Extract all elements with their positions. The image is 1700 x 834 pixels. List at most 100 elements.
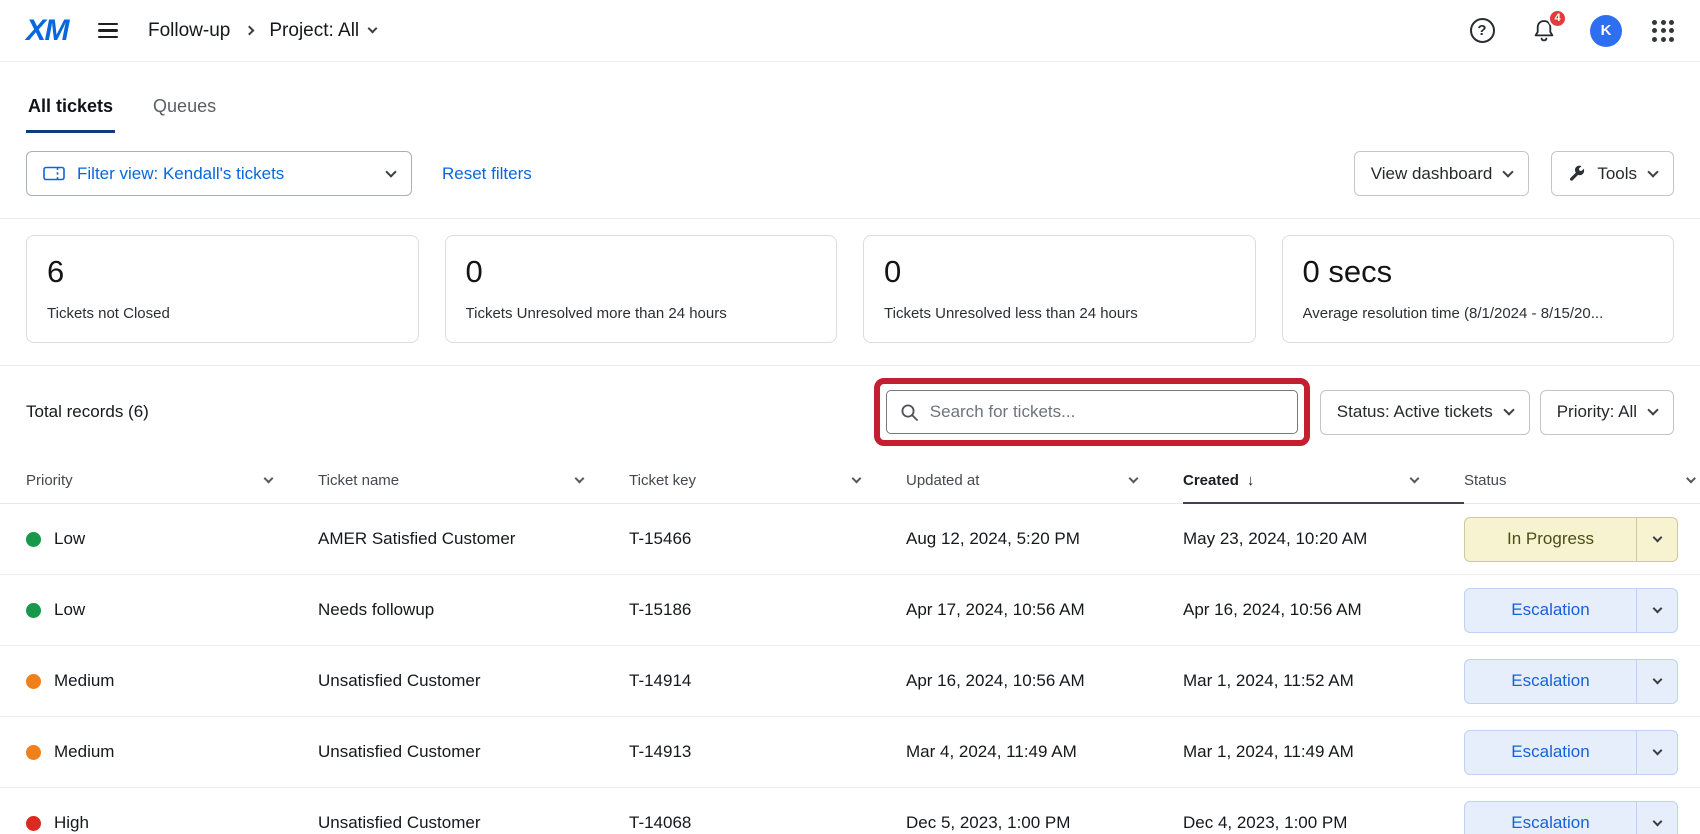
status-cell: Escalation (1464, 659, 1686, 704)
created-cell: Mar 1, 2024, 11:52 AM (1183, 671, 1464, 691)
chevron-down-icon (852, 474, 862, 484)
status-pill[interactable]: Escalation (1464, 730, 1678, 775)
project-selector-label: Project: All (269, 20, 359, 42)
table-header-row: Priority Ticket name Ticket key Updated … (0, 458, 1700, 504)
records-bar: Total records (6) Status: Active tickets… (0, 366, 1700, 458)
help-button[interactable]: ? (1466, 15, 1498, 47)
status-dropdown-caret[interactable] (1636, 731, 1677, 774)
updated-at-cell: Apr 16, 2024, 10:56 AM (906, 671, 1183, 691)
status-dropdown-caret[interactable] (1636, 518, 1677, 561)
status-pill[interactable]: In Progress (1464, 517, 1678, 562)
chevron-down-icon (1686, 474, 1696, 484)
status-cell: Escalation (1464, 588, 1686, 633)
status-filter-dropdown[interactable]: Status: Active tickets (1320, 390, 1530, 435)
chevron-down-icon (385, 166, 396, 177)
column-header-ticket-key[interactable]: Ticket key (629, 458, 906, 503)
stat-value: 0 secs (1303, 254, 1654, 290)
ticket-name-cell: AMER Satisfied Customer (318, 529, 629, 549)
tools-button[interactable]: Tools (1551, 151, 1674, 196)
hamburger-menu-icon[interactable] (94, 19, 122, 43)
breadcrumb-section[interactable]: Follow-up (148, 20, 230, 42)
status-label: Escalation (1465, 660, 1636, 703)
top-actions: ? 4 K (1466, 15, 1674, 47)
status-pill[interactable]: Escalation (1464, 801, 1678, 834)
priority-label: Low (54, 529, 85, 549)
chevron-down-icon (1129, 474, 1139, 484)
status-cell: Escalation (1464, 801, 1686, 834)
priority-filter-label: Priority: All (1557, 402, 1637, 422)
filter-view-dropdown[interactable]: Filter view: Kendall's tickets (26, 151, 412, 196)
column-header-updated-at[interactable]: Updated at (906, 458, 1183, 503)
chevron-down-icon (1503, 166, 1514, 177)
updated-at-cell: Aug 12, 2024, 5:20 PM (906, 529, 1183, 549)
wrench-icon (1568, 165, 1585, 182)
sort-desc-icon: ↓ (1247, 472, 1255, 489)
chevron-down-icon (1652, 532, 1662, 542)
ticket-search (886, 390, 1298, 434)
search-input[interactable] (930, 402, 1284, 422)
column-header-created[interactable]: Created ↓ (1183, 459, 1464, 504)
reset-filters-link[interactable]: Reset filters (442, 164, 532, 184)
status-dropdown-caret[interactable] (1636, 589, 1677, 632)
stat-label: Tickets not Closed (47, 305, 398, 322)
view-dashboard-label: View dashboard (1371, 164, 1493, 184)
stat-card-unresolved-more-24h: 0 Tickets Unresolved more than 24 hours (445, 235, 838, 343)
ticket-name-cell: Unsatisfied Customer (318, 742, 629, 762)
ticket-key-cell: T-15466 (629, 529, 906, 549)
filter-bar: Filter view: Kendall's tickets Reset fil… (0, 133, 1700, 219)
created-cell: Mar 1, 2024, 11:49 AM (1183, 742, 1464, 762)
ticket-key-cell: T-14913 (629, 742, 906, 762)
chevron-down-icon (575, 474, 585, 484)
ticket-icon (43, 165, 65, 182)
xm-logo[interactable]: XM (26, 14, 68, 48)
view-dashboard-button[interactable]: View dashboard (1354, 151, 1530, 196)
table-row[interactable]: Medium Unsatisfied Customer T-14914 Apr … (0, 646, 1700, 717)
tab-all-tickets[interactable]: All tickets (26, 86, 115, 133)
apps-grid-icon[interactable] (1652, 20, 1674, 42)
column-header-status[interactable]: Status (1464, 458, 1686, 503)
status-label: In Progress (1465, 518, 1636, 561)
created-cell: May 23, 2024, 10:20 AM (1183, 529, 1464, 549)
status-pill[interactable]: Escalation (1464, 659, 1678, 704)
ticket-key-cell: T-14068 (629, 813, 906, 833)
priority-filter-dropdown[interactable]: Priority: All (1540, 390, 1674, 435)
status-label: Escalation (1465, 802, 1636, 834)
stat-label: Tickets Unresolved less than 24 hours (884, 305, 1235, 322)
stat-card-unresolved-less-24h: 0 Tickets Unresolved less than 24 hours (863, 235, 1256, 343)
status-label: Escalation (1465, 589, 1636, 632)
column-label: Created (1183, 472, 1239, 489)
table-row[interactable]: Low Needs followup T-15186 Apr 17, 2024,… (0, 575, 1700, 646)
notifications-button[interactable]: 4 (1528, 15, 1560, 47)
ticket-key-cell: T-15186 (629, 600, 906, 620)
column-label: Priority (26, 472, 73, 489)
table-row[interactable]: High Unsatisfied Customer T-14068 Dec 5,… (0, 788, 1700, 834)
created-cell: Apr 16, 2024, 10:56 AM (1183, 600, 1464, 620)
column-label: Status (1464, 472, 1507, 489)
chevron-down-icon (1503, 404, 1514, 415)
updated-at-cell: Mar 4, 2024, 11:49 AM (906, 742, 1183, 762)
tab-queues[interactable]: Queues (151, 86, 218, 133)
column-label: Ticket name (318, 472, 399, 489)
column-header-ticket-name[interactable]: Ticket name (318, 458, 629, 503)
column-label: Ticket key (629, 472, 696, 489)
chevron-down-icon (1652, 745, 1662, 755)
breadcrumb: Follow-up Project: All (148, 20, 376, 42)
chevron-down-icon (1652, 603, 1662, 613)
table-row[interactable]: Low AMER Satisfied Customer T-15466 Aug … (0, 504, 1700, 575)
tickets-table: Priority Ticket name Ticket key Updated … (0, 458, 1700, 834)
ticket-name-cell: Unsatisfied Customer (318, 813, 629, 833)
chevron-right-icon (245, 26, 255, 36)
status-pill[interactable]: Escalation (1464, 588, 1678, 633)
status-dropdown-caret[interactable] (1636, 660, 1677, 703)
annotation-highlight-box (874, 378, 1310, 446)
ticket-table-body: Low AMER Satisfied Customer T-15466 Aug … (0, 504, 1700, 834)
column-header-priority[interactable]: Priority (26, 458, 318, 503)
tools-label: Tools (1597, 164, 1637, 184)
status-dropdown-caret[interactable] (1636, 802, 1677, 834)
stat-cards: 6 Tickets not Closed 0 Tickets Unresolve… (0, 219, 1700, 366)
avatar[interactable]: K (1590, 15, 1622, 47)
chevron-down-icon (368, 24, 378, 34)
project-selector[interactable]: Project: All (269, 20, 376, 42)
table-row[interactable]: Medium Unsatisfied Customer T-14913 Mar … (0, 717, 1700, 788)
ticket-key-cell: T-14914 (629, 671, 906, 691)
